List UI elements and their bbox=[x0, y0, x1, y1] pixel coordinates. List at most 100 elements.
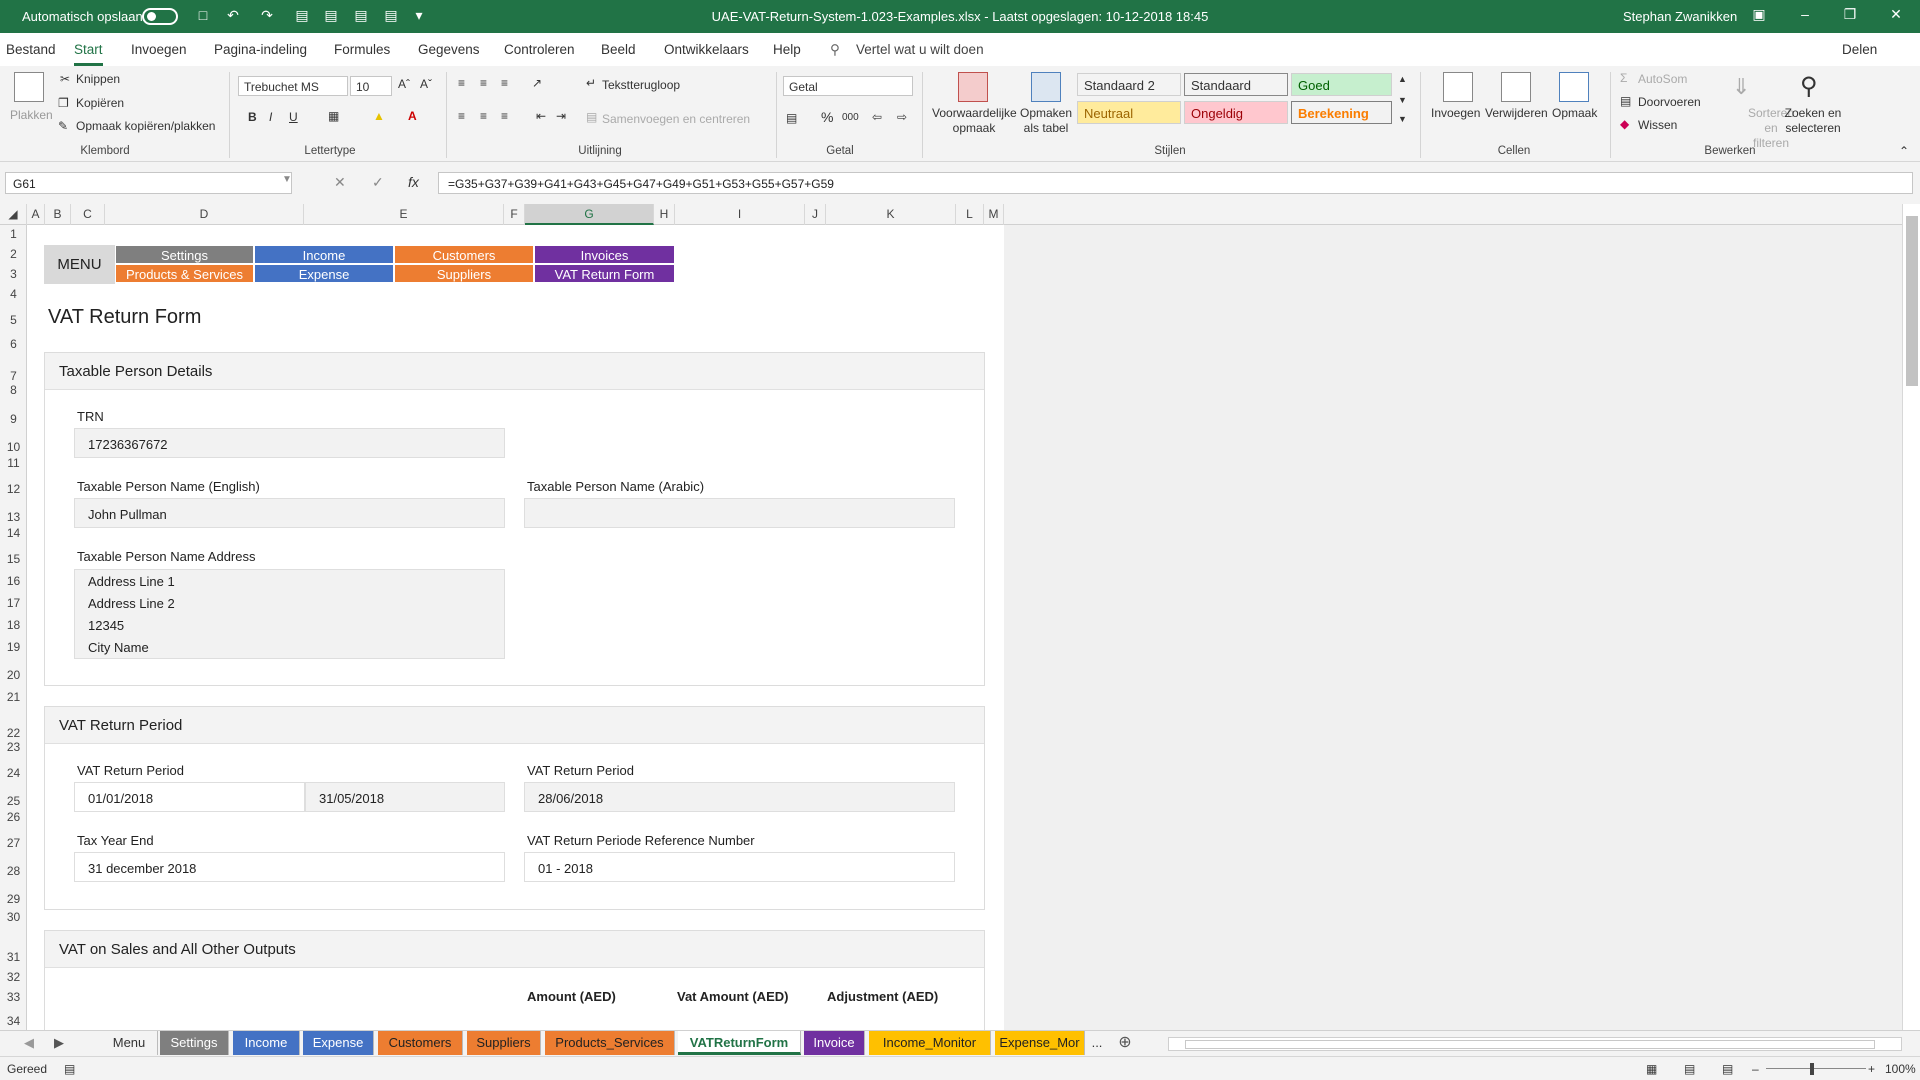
row-header[interactable]: 8 bbox=[0, 383, 27, 397]
format-painter-button[interactable]: Opmaak kopiëren/plakken bbox=[76, 119, 215, 133]
row-header[interactable]: 1 bbox=[0, 227, 27, 241]
bold-button[interactable]: B bbox=[248, 110, 257, 124]
percent-button[interactable]: % bbox=[821, 109, 833, 125]
column-header[interactable]: I bbox=[675, 204, 805, 225]
row-header[interactable]: 12 bbox=[0, 482, 27, 496]
row-header[interactable]: 27 bbox=[0, 836, 27, 850]
sheet-tab-income[interactable]: Income bbox=[233, 1031, 300, 1055]
format-cells-button[interactable]: Opmaak bbox=[1552, 106, 1597, 120]
row-header[interactable]: 28 bbox=[0, 864, 27, 878]
sheet-tab-vatreturnform[interactable]: VATReturnForm bbox=[678, 1031, 801, 1055]
sigma-icon[interactable]: Σ bbox=[1620, 71, 1627, 85]
sheet-tab-expense-monitor[interactable]: Expense_Mor bbox=[995, 1031, 1085, 1055]
tax-year-field[interactable]: 31 december 2018 bbox=[74, 852, 505, 882]
trn-field[interactable]: 17236367672 bbox=[74, 428, 505, 458]
add-sheet-icon[interactable]: ⊕ bbox=[1114, 1031, 1136, 1055]
tab-controleren[interactable]: Controleren bbox=[504, 42, 575, 57]
paste-button[interactable]: Plakken bbox=[10, 108, 53, 122]
menu-button-vat-return-form[interactable]: VAT Return Form bbox=[534, 264, 675, 283]
zoom-out-icon[interactable]: – bbox=[1752, 1062, 1759, 1076]
menu-button-customers[interactable]: Customers bbox=[394, 245, 534, 264]
grow-font-icon[interactable]: Aˆ bbox=[398, 77, 410, 91]
period-to-field[interactable]: 31/05/2018 bbox=[305, 782, 505, 812]
macro-record-icon[interactable]: ▤ bbox=[64, 1062, 75, 1076]
conditional-format-icon[interactable] bbox=[958, 72, 988, 102]
autosum-button[interactable]: AutoSom bbox=[1638, 72, 1687, 86]
cut-button[interactable]: Knippen bbox=[76, 72, 120, 86]
style-ongeldig[interactable]: Ongeldig bbox=[1184, 101, 1288, 124]
row-header[interactable]: 18 bbox=[0, 618, 27, 632]
normal-view-icon[interactable]: ▦ bbox=[1646, 1062, 1657, 1076]
menu-button-settings[interactable]: Settings bbox=[115, 245, 254, 264]
thousands-button[interactable]: 000 bbox=[842, 112, 859, 123]
tab-scroll-left-icon[interactable]: ◀ bbox=[20, 1031, 38, 1055]
wrap-text-icon[interactable]: ↵ bbox=[586, 76, 596, 90]
row-header[interactable]: 20 bbox=[0, 668, 27, 682]
vertical-scrollbar[interactable] bbox=[1902, 204, 1920, 1030]
align-right-icon[interactable]: ≡ bbox=[501, 109, 508, 123]
user-name[interactable]: Stephan Zwanikken bbox=[1623, 9, 1737, 24]
number-format-select[interactable]: Getal bbox=[783, 76, 913, 96]
horizontal-scroll-thumb[interactable] bbox=[1185, 1040, 1875, 1049]
eraser-icon[interactable]: ◆ bbox=[1620, 117, 1629, 131]
brush-icon[interactable]: ✎ bbox=[58, 119, 68, 133]
row-header[interactable]: 24 bbox=[0, 766, 27, 780]
sort-filter-icon[interactable]: ⇓ bbox=[1732, 74, 1750, 100]
reference-field[interactable]: 01 - 2018 bbox=[524, 852, 955, 882]
tab-beeld[interactable]: Beeld bbox=[601, 42, 636, 57]
tab-start[interactable]: Start bbox=[74, 42, 103, 66]
tab-invoegen[interactable]: Invoegen bbox=[131, 42, 187, 57]
share-button[interactable]: Delen bbox=[1842, 42, 1877, 57]
copy-button[interactable]: Kopiëren bbox=[76, 96, 124, 110]
name-box[interactable]: G61 bbox=[5, 172, 292, 194]
column-header[interactable]: D bbox=[105, 204, 304, 225]
align-left-icon[interactable]: ≡ bbox=[458, 109, 465, 123]
decrease-decimal-icon[interactable]: ⇨ bbox=[897, 110, 907, 124]
copy-icon[interactable]: ❐ bbox=[58, 96, 69, 110]
column-header[interactable]: K bbox=[826, 204, 956, 225]
style-standaard[interactable]: Standaard bbox=[1184, 73, 1288, 96]
decrease-indent-icon[interactable]: ⇤ bbox=[536, 109, 546, 123]
sheet-tab-menu[interactable]: Menu bbox=[101, 1031, 158, 1055]
row-header[interactable]: 21 bbox=[0, 690, 27, 704]
style-neutraal[interactable]: Neutraal bbox=[1077, 101, 1181, 124]
column-header[interactable]: E bbox=[304, 204, 504, 225]
row-header[interactable]: 23 bbox=[0, 740, 27, 754]
style-goed[interactable]: Goed bbox=[1291, 73, 1392, 96]
menu-button-products-services[interactable]: Products & Services bbox=[115, 264, 254, 283]
font-size-select[interactable]: 10 bbox=[350, 76, 392, 96]
sheet-tab-customers[interactable]: Customers bbox=[378, 1031, 463, 1055]
period-from-field[interactable]: 01/01/2018 bbox=[74, 782, 305, 812]
styles-more-icon[interactable]: ▼ bbox=[1398, 114, 1407, 124]
column-header[interactable]: M bbox=[984, 204, 1004, 225]
row-header[interactable]: 17 bbox=[0, 596, 27, 610]
formula-input[interactable]: =G35+G37+G39+G41+G43+G45+G47+G49+G51+G53… bbox=[438, 172, 1913, 194]
page-break-view-icon[interactable]: ▤ bbox=[1722, 1062, 1733, 1076]
menu-button-suppliers[interactable]: Suppliers bbox=[394, 264, 534, 283]
row-header[interactable]: 15 bbox=[0, 552, 27, 566]
find-select-button[interactable]: Zoeken en selecteren bbox=[1781, 106, 1845, 136]
row-header[interactable]: 11 bbox=[0, 456, 27, 470]
column-header[interactable]: F bbox=[504, 204, 525, 225]
styles-scroll-down-icon[interactable]: ▼ bbox=[1398, 95, 1407, 105]
row-header[interactable]: 29 bbox=[0, 892, 27, 906]
row-header[interactable]: 3 bbox=[0, 267, 27, 281]
underline-button[interactable]: U bbox=[289, 110, 298, 124]
menu-button-expense[interactable]: Expense bbox=[254, 264, 394, 283]
tab-ontwikkelaars[interactable]: Ontwikkelaars bbox=[664, 42, 749, 57]
currency-icon[interactable]: ▤ bbox=[786, 111, 797, 125]
period-due-field[interactable]: 28/06/2018 bbox=[524, 782, 955, 812]
tab-scroll-right-icon[interactable]: ▶ bbox=[50, 1031, 68, 1055]
sheet-tab-invoice[interactable]: Invoice bbox=[804, 1031, 865, 1055]
align-top-icon[interactable]: ≡ bbox=[458, 76, 465, 90]
conditional-format-button[interactable]: Voorwaardelijke opmaak bbox=[932, 106, 1017, 136]
row-header[interactable]: 10 bbox=[0, 440, 27, 454]
tab-bestand[interactable]: Bestand bbox=[6, 42, 56, 57]
restore-icon[interactable]: ❐ bbox=[1838, 6, 1862, 26]
row-header[interactable]: 9 bbox=[0, 412, 27, 426]
page-layout-view-icon[interactable]: ▤ bbox=[1684, 1062, 1695, 1076]
column-header-selected[interactable]: G bbox=[525, 204, 654, 225]
orientation-icon[interactable]: ↗ bbox=[532, 76, 542, 90]
fill-color-icon[interactable]: ▲ bbox=[373, 109, 385, 123]
column-header[interactable]: B bbox=[45, 204, 71, 225]
